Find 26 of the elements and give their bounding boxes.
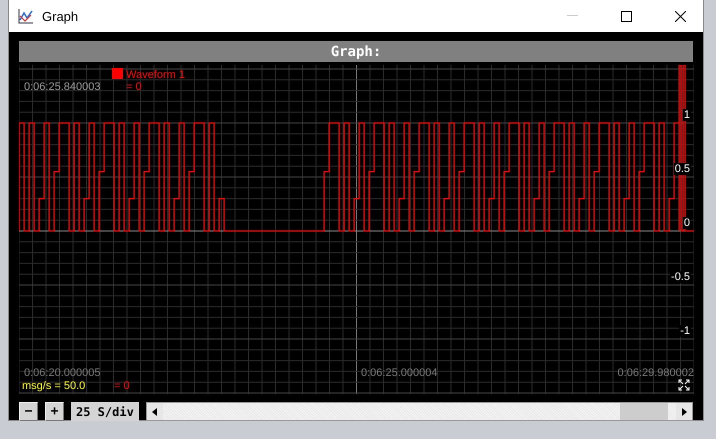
- y-tick-label: 0.5: [674, 163, 691, 175]
- legend-label: Waveform 1: [126, 69, 185, 81]
- scroll-left-button[interactable]: [146, 403, 163, 420]
- scale-label: 25 S/div: [71, 402, 139, 421]
- scroll-thumb[interactable]: [620, 403, 668, 420]
- legend-value: = 0: [126, 81, 142, 93]
- chart-app-icon: [18, 8, 34, 24]
- y-tick-label: -1: [679, 325, 691, 337]
- graph-title: Graph:: [19, 41, 693, 62]
- rate-label: msg/s = 50.0: [22, 380, 86, 392]
- horizontal-scrollbar[interactable]: [146, 402, 693, 421]
- time-label: 0:06:20.000005: [24, 367, 100, 379]
- right-arrow-icon: [682, 408, 686, 416]
- window-title: Graph: [42, 8, 80, 24]
- maximize-icon[interactable]: [620, 10, 632, 22]
- time-label: 0:06:25.000004: [361, 367, 438, 379]
- left-arrow-icon: [152, 408, 158, 416]
- zoom-out-button[interactable]: −: [19, 402, 38, 421]
- close-icon[interactable]: [674, 10, 686, 22]
- cursor-time: 0:06:25.840003: [24, 81, 100, 93]
- y-tick-label: -0.5: [670, 271, 691, 283]
- zoom-in-button[interactable]: +: [45, 402, 64, 421]
- fullscreen-icon[interactable]: [678, 379, 690, 391]
- readout-value: = 0: [114, 380, 130, 392]
- time-label: 0:06:29.980002: [618, 367, 694, 379]
- scroll-right-button[interactable]: [676, 403, 692, 420]
